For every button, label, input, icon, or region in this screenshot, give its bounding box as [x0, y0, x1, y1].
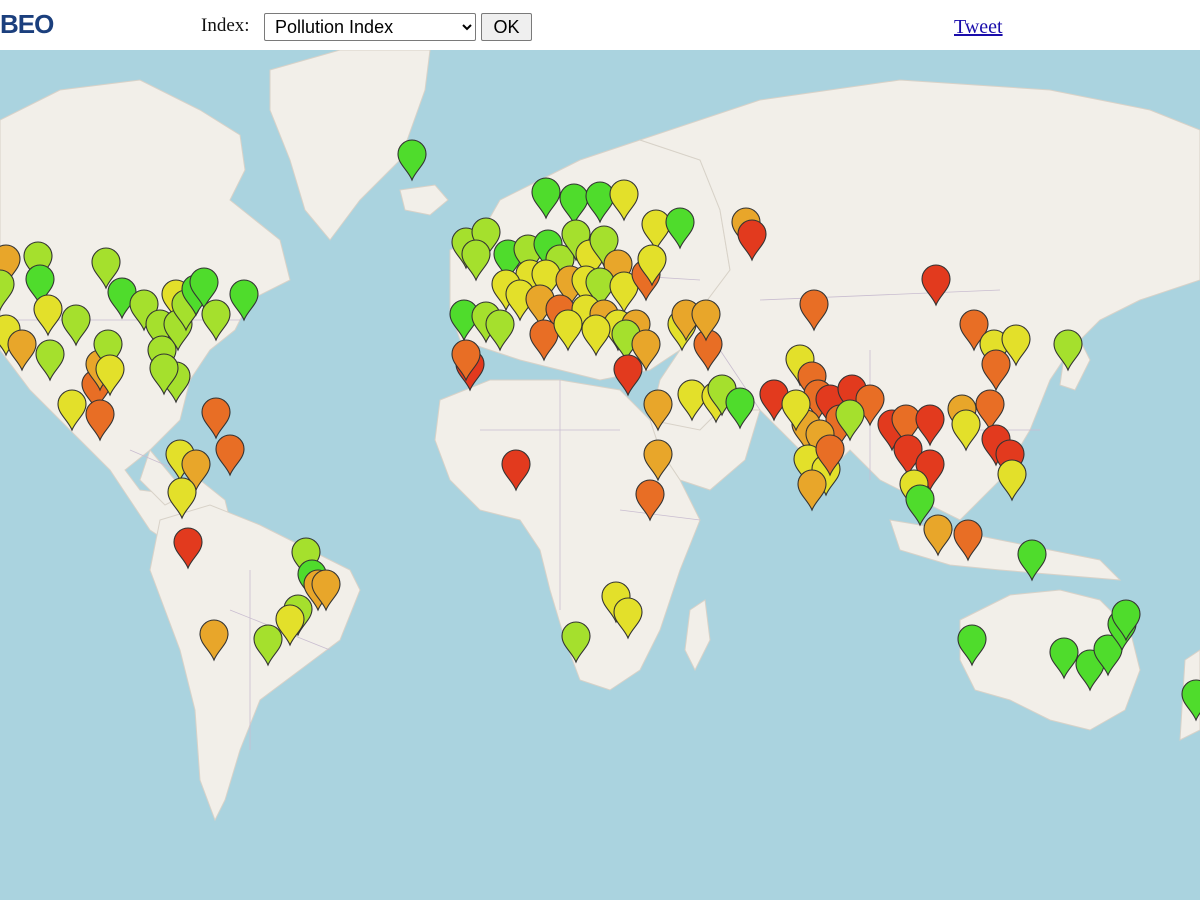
tweet-link[interactable]: Tweet [954, 16, 1003, 39]
world-map[interactable] [0, 50, 1200, 900]
index-select[interactable]: Pollution Index [264, 13, 476, 41]
site-logo[interactable]: BEO [0, 9, 54, 40]
ok-button[interactable]: OK [481, 13, 532, 41]
index-label: Index: [201, 15, 250, 36]
toolbar: BEO Index: Pollution Index OK Tweet [0, 0, 1200, 51]
